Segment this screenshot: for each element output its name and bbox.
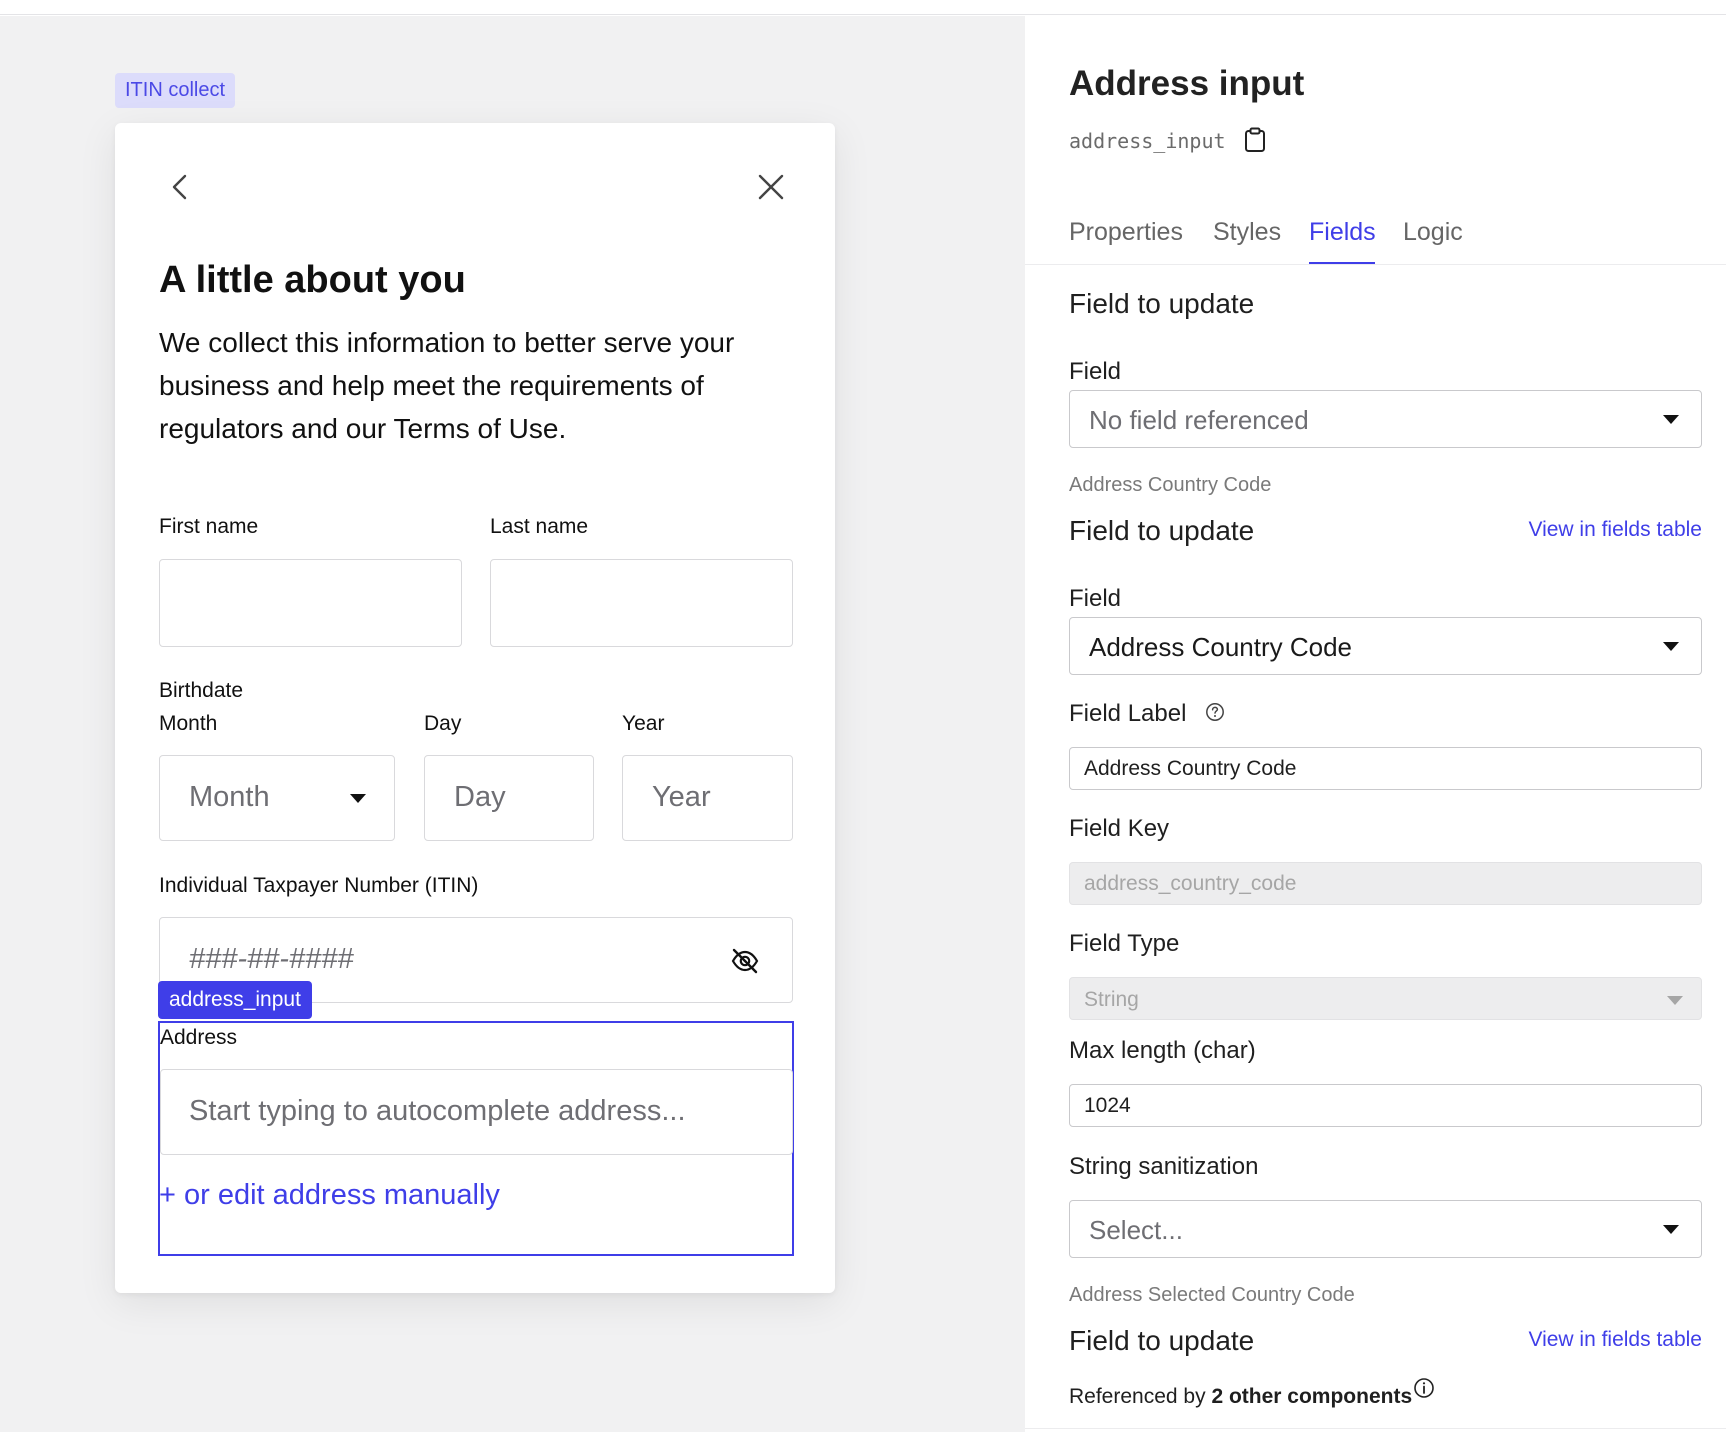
form-card: A little about you We collect this infor… [115,123,835,1293]
section-caption: Address Selected Country Code [1069,1284,1355,1306]
panel-bottom-divider [1025,1428,1726,1429]
string-sanitization-placeholder: Select... [1089,1215,1183,1245]
panel-title: Address input [1069,64,1305,103]
referenced-by-count[interactable]: 2 other components [1211,1385,1412,1408]
view-in-fields-table-link[interactable]: View in fields table [1528,1328,1702,1352]
last-name-label: Last name [490,515,589,538]
help-circle-icon[interactable] [1205,702,1225,722]
birthdate-label: Birthdate [159,679,244,702]
field-key-label: Field Key [1069,815,1170,842]
month-placeholder: Month [189,781,270,813]
chevron-down-icon [350,794,366,803]
chevron-down-icon [1663,1225,1679,1234]
month-label: Month [159,712,218,735]
field-label: Field [1069,585,1122,612]
view-in-fields-table-link[interactable]: View in fields table [1528,518,1702,542]
address-label: Address [160,1026,238,1049]
address-autocomplete-input[interactable]: Start typing to autocomplete address... [160,1069,793,1155]
component-label[interactable]: ITIN collect [115,73,236,108]
field-select-value: No field referenced [1089,405,1309,435]
field-label: Field [1069,358,1122,385]
last-name-input[interactable] [490,559,793,647]
close-icon[interactable] [755,171,787,203]
month-select[interactable]: Month [159,755,395,841]
itin-placeholder: ###-##-#### [189,943,354,975]
referenced-by-text: Referenced by 2 other components [1069,1385,1412,1409]
properties-panel: Address input address_input Properties S… [1025,16,1726,1432]
day-label: Day [424,712,462,735]
form-title: A little about you [159,259,466,301]
selected-component-tag: address_input [158,981,312,1019]
clipboard-icon[interactable] [1243,127,1267,153]
tab-properties[interactable]: Properties [1069,218,1183,247]
year-label: Year [622,712,665,735]
chevron-left-icon[interactable] [165,171,197,203]
edit-address-manually-link[interactable]: + or edit address manually [159,1179,500,1212]
max-length-input[interactable] [1069,1084,1702,1127]
tab-logic[interactable]: Logic [1403,218,1463,247]
field-select[interactable]: Address Country Code [1069,617,1702,675]
field-select-value: Address Country Code [1089,632,1353,662]
field-key-input [1069,862,1702,905]
first-name-label: First name [159,515,259,538]
tab-fields[interactable]: Fields [1309,218,1376,247]
first-name-input[interactable] [159,559,462,647]
year-input[interactable]: Year [622,755,793,841]
field-type-select: String [1069,977,1702,1020]
day-placeholder: Day [454,781,506,813]
design-canvas: ITIN collect A little about you We colle… [0,16,1025,1432]
eye-off-icon[interactable] [730,947,760,975]
itin-label: Individual Taxpayer Number (ITIN) [159,874,479,897]
section-heading: Field to update [1069,515,1255,546]
field-select[interactable]: No field referenced [1069,390,1702,448]
referenced-by-prefix: Referenced by [1069,1385,1206,1408]
section-heading: Field to update [1069,1325,1255,1356]
form-intro: We collect this information to better se… [159,327,735,444]
tabs-divider [1025,264,1726,265]
string-sanitization-label: String sanitization [1069,1153,1259,1180]
chevron-down-icon [1667,996,1683,1005]
field-type-value: String [1084,988,1139,1011]
section-heading: Field to update [1069,288,1255,319]
top-bar [0,0,1726,15]
chevron-down-icon [1663,415,1679,424]
field-label-input[interactable] [1069,747,1702,790]
year-placeholder: Year [652,781,711,813]
field-type-label: Field Type [1069,930,1180,957]
field-label-label: Field Label [1069,700,1187,727]
day-input[interactable]: Day [424,755,594,841]
string-sanitization-select[interactable]: Select... [1069,1200,1702,1258]
info-icon[interactable] [1413,1377,1435,1399]
chevron-down-icon [1663,642,1679,651]
tab-styles[interactable]: Styles [1213,218,1281,247]
address-input-component[interactable]: Address Start typing to autocomplete add… [158,1021,794,1256]
component-key: address_input [1069,129,1226,153]
max-length-label: Max length (char) [1069,1037,1256,1064]
section-caption: Address Country Code [1069,474,1272,496]
address-placeholder: Start typing to autocomplete address... [189,1095,686,1127]
